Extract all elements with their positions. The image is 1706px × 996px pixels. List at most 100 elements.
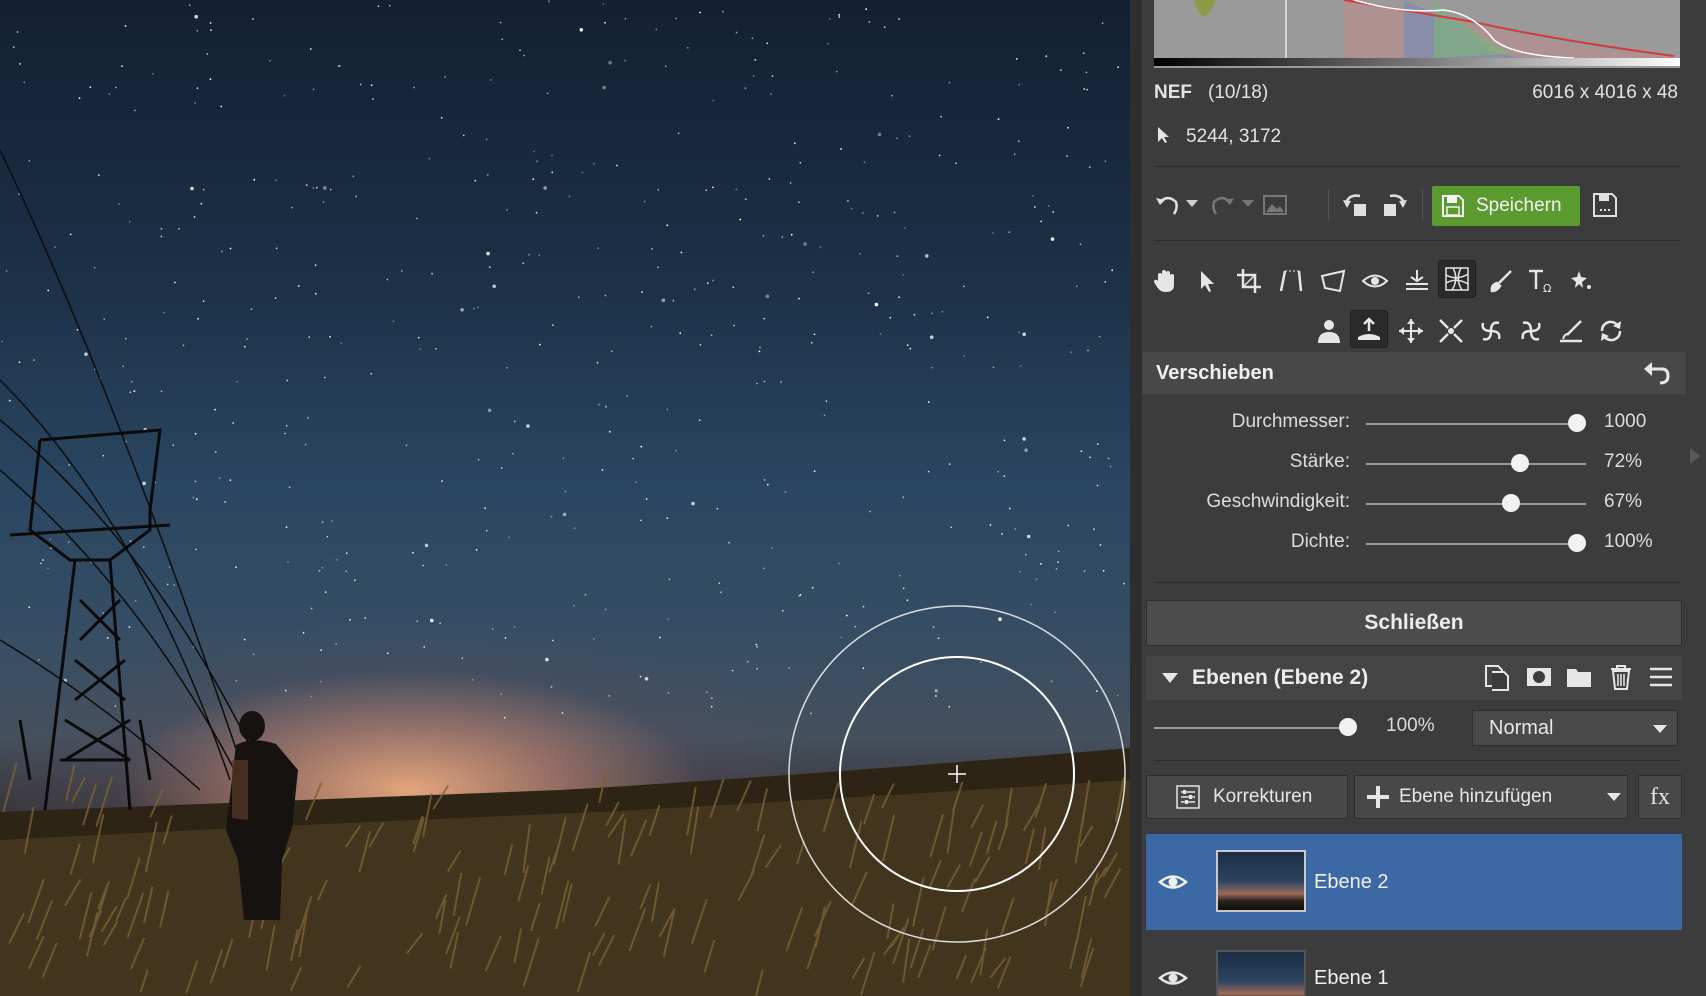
reset-tool[interactable] — [1592, 312, 1630, 350]
corrections-button[interactable]: Korrekturen — [1146, 775, 1348, 819]
slider-geschwindigkeit: Geschwindigkeit: 67% — [1142, 483, 1686, 523]
add-layer-label: Ebene hinzufügen — [1399, 786, 1553, 807]
slider-thumb[interactable] — [1502, 494, 1521, 512]
file-position: (10/18) — [1208, 82, 1269, 103]
collapse-icon[interactable] — [1160, 672, 1180, 684]
slider-thumb[interactable] — [1568, 414, 1587, 432]
push-tool[interactable] — [1350, 310, 1388, 348]
straighten-icon — [1279, 270, 1303, 292]
twirl-right-tool[interactable] — [1512, 312, 1550, 350]
crop-icon — [1237, 269, 1261, 293]
tone-gradient-bar — [1154, 58, 1680, 66]
slider-track[interactable] — [1366, 503, 1586, 505]
crop-tool[interactable] — [1230, 262, 1268, 300]
undo-button[interactable] — [1150, 188, 1184, 222]
opacity-track[interactable] — [1154, 727, 1348, 729]
pointer-icon — [1201, 271, 1214, 292]
image-button[interactable] — [1258, 188, 1292, 222]
smear-tool[interactable] — [1552, 312, 1590, 350]
twirl-right-icon — [1521, 321, 1541, 341]
opacity-thumb[interactable] — [1339, 718, 1357, 736]
redo-button[interactable] — [1206, 188, 1240, 222]
folder-button[interactable] — [1562, 660, 1596, 694]
layers-title: Ebenen (Ebene 2) — [1192, 666, 1369, 689]
save-as-button[interactable] — [1588, 188, 1622, 222]
fx-button[interactable]: fx — [1638, 775, 1682, 819]
perspective-tool[interactable] — [1314, 262, 1352, 300]
blend-mode-select[interactable]: Normal — [1472, 710, 1678, 746]
duplicate-icon — [1485, 665, 1509, 691]
cursor-icon — [1158, 127, 1169, 143]
adjustments-icon — [1176, 785, 1200, 809]
slider-label: Stärke: — [1289, 451, 1350, 472]
eye-icon — [1361, 274, 1389, 288]
straighten-tool[interactable] — [1272, 262, 1310, 300]
reset-icon — [1600, 320, 1622, 342]
visibility-eye-icon[interactable] — [1158, 963, 1188, 993]
layer-thumbnail — [1216, 950, 1306, 996]
panel-divider[interactable] — [1130, 0, 1142, 996]
twirl-left-tool[interactable] — [1472, 312, 1510, 350]
push-icon — [1358, 317, 1380, 340]
close-button[interactable]: Schließen — [1146, 600, 1682, 646]
rotate-right-icon — [1384, 194, 1407, 216]
redo-dropdown-icon[interactable] — [1242, 200, 1254, 208]
layer-thumbnail — [1216, 850, 1306, 912]
slider-value: 1000 — [1604, 411, 1647, 432]
pinch-tool[interactable] — [1432, 312, 1470, 350]
pointer-tool[interactable] — [1188, 262, 1226, 300]
hand-tool[interactable] — [1146, 262, 1184, 300]
layers-header[interactable]: Ebenen (Ebene 2) — [1146, 656, 1682, 700]
effects-tool[interactable] — [1562, 262, 1600, 300]
slider-thumb[interactable] — [1568, 534, 1587, 552]
save-button[interactable]: Speichern — [1432, 186, 1580, 226]
layer-menu-button[interactable] — [1644, 660, 1678, 694]
move-icon — [1399, 319, 1423, 343]
cursor-coordinates: 5244, 3172 — [1186, 126, 1282, 147]
opacity-value: 100% — [1386, 715, 1435, 736]
rotate-left-button[interactable] — [1338, 188, 1372, 222]
pinch-icon — [1439, 319, 1463, 343]
slider-track[interactable] — [1366, 463, 1586, 465]
slider-thumb[interactable] — [1511, 454, 1529, 472]
image-canvas[interactable] — [0, 0, 1130, 996]
file-format: NEF — [1154, 82, 1192, 103]
layer-item-ebene-1[interactable]: Ebene 1 — [1146, 930, 1682, 996]
text-tool[interactable]: Ω — [1522, 262, 1560, 300]
slider-value: 67% — [1604, 491, 1643, 512]
undo-dropdown-icon[interactable] — [1186, 200, 1198, 208]
brush-tool[interactable] — [1482, 262, 1520, 300]
level-tool[interactable] — [1398, 262, 1436, 300]
perspective-icon — [1320, 269, 1346, 293]
save-button-label: Speichern — [1476, 195, 1562, 216]
slider-label: Durchmesser: — [1231, 411, 1350, 432]
add-layer-button[interactable]: Ebene hinzufügen — [1354, 775, 1602, 819]
slider-staerke: Stärke: 72% — [1142, 443, 1686, 483]
mask-button[interactable] — [1522, 660, 1556, 694]
blend-mode-value: Normal — [1489, 716, 1554, 739]
visibility-eye-icon[interactable] — [1158, 867, 1188, 897]
slider-track[interactable] — [1366, 543, 1586, 545]
plus-icon — [1367, 786, 1389, 808]
delete-layer-button[interactable] — [1604, 660, 1638, 694]
rotate-right-button[interactable] — [1378, 188, 1412, 222]
liquify-tool[interactable] — [1438, 260, 1476, 298]
layer-item-ebene-2[interactable]: Ebene 2 — [1146, 834, 1682, 930]
photo — [0, 0, 1130, 996]
save-icon — [1442, 195, 1464, 217]
collapse-panel-icon[interactable] — [1690, 448, 1700, 464]
slider-label: Geschwindigkeit: — [1206, 491, 1350, 512]
red-eye-tool[interactable] — [1356, 262, 1394, 300]
duplicate-layer-button[interactable] — [1480, 660, 1514, 694]
slider-track[interactable] — [1366, 423, 1586, 425]
person-icon — [1318, 320, 1340, 343]
chevron-down-icon — [1606, 793, 1621, 801]
move-tool[interactable] — [1392, 312, 1430, 350]
add-layer-dropdown[interactable] — [1600, 775, 1628, 819]
undo-icon — [1156, 196, 1178, 215]
person-tool[interactable] — [1310, 312, 1348, 350]
reset-settings-icon[interactable] — [1642, 360, 1670, 386]
mask-icon — [1527, 668, 1551, 686]
level-icon — [1406, 270, 1428, 290]
text-icon: Ω — [1529, 269, 1551, 295]
